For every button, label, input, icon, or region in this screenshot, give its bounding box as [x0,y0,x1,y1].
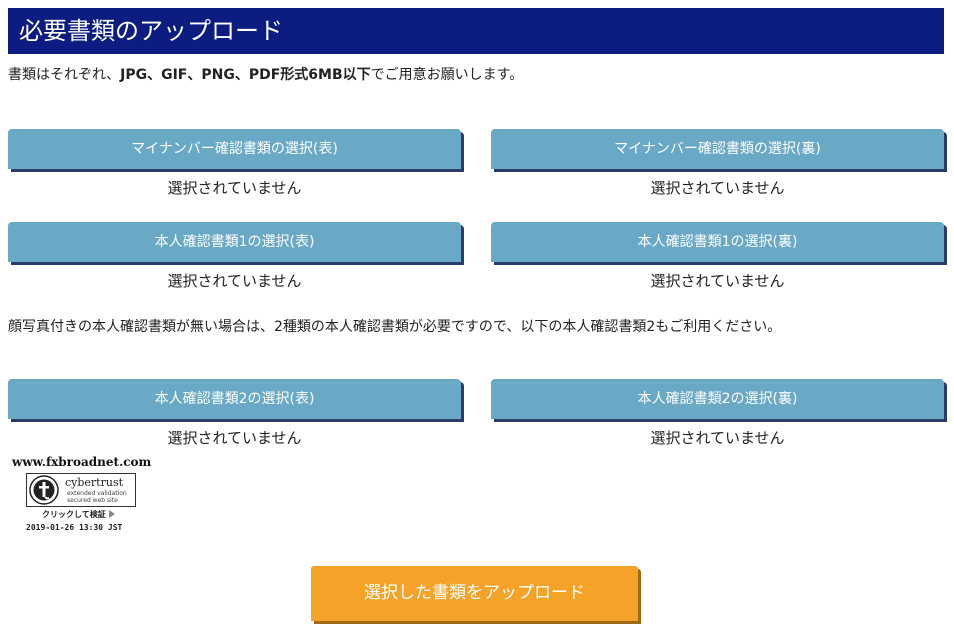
select-mynumber-front-button[interactable]: マイナンバー確認書類の選択(表) [8,129,461,169]
select-mynumber-back-button[interactable]: マイナンバー確認書類の選択(裏) [491,129,944,169]
play-arrow-icon [108,510,115,518]
seal-line-1: extended validation [67,490,127,497]
mynumber-front-status: 選択されていません [167,179,302,197]
select-id1-back-button[interactable]: 本人確認書類1の選択(裏) [491,222,944,262]
format-instructions-prefix: 書類はそれぞれ、 [8,67,121,83]
seal-brand: cybertrust [65,476,124,489]
select-id2-front-button[interactable]: 本人確認書類2の選択(表) [8,379,461,419]
seal-verify-label: クリックして検証 [42,510,106,519]
seal-verify-link[interactable]: クリックして検証 [42,509,115,520]
format-instructions-suffix: でご用意お願いします。 [370,67,524,83]
select-id2-back-button[interactable]: 本人確認書類2の選択(裏) [491,379,944,419]
mynumber-back-status: 選択されていません [650,179,785,197]
seal-timestamp: 2019-01-26 13:30 JST [26,523,123,532]
cybertrust-logo-icon [29,475,59,505]
seal-box[interactable]: cybertrust extended validation secured w… [26,473,136,507]
format-instructions-formats: JPG、GIF、PNG、PDF形式6MB以下 [120,67,371,83]
page-title: 必要書類のアップロード [8,8,944,54]
cybertrust-seal[interactable]: www.fxbroadnet.com cybertrust extended v… [12,455,152,535]
upload-selected-documents-button[interactable]: 選択した書類をアップロード [311,566,638,621]
id2-requirement-note: 顔写真付きの本人確認書類が無い場合は、2種類の本人確認書類が必要ですので、以下の… [8,319,782,335]
select-id1-front-button[interactable]: 本人確認書類1の選択(表) [8,222,461,262]
seal-line-2: secured web site [67,497,118,504]
seal-site-url: www.fxbroadnet.com [12,455,152,469]
id1-front-status: 選択されていません [167,272,302,290]
id2-front-status: 選択されていません [167,429,302,447]
format-instructions: 書類はそれぞれ、JPG、GIF、PNG、PDF形式6MB以下でご用意お願いします… [8,66,523,84]
id1-back-status: 選択されていません [650,272,785,290]
id2-back-status: 選択されていません [650,429,785,447]
